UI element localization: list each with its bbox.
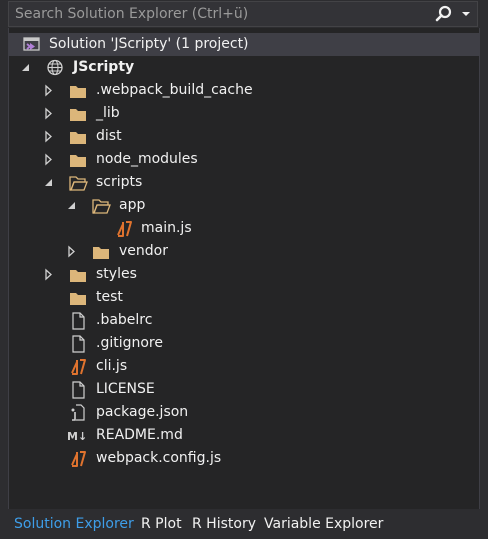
javascript-file-icon — [114, 217, 134, 240]
tree-item-label: cli.js — [96, 358, 128, 374]
svg-text:M↓: M↓ — [67, 430, 87, 443]
expand-arrow-icon[interactable] — [43, 125, 55, 148]
tree-item-label: .webpack_build_cache — [96, 82, 253, 98]
solution-icon — [21, 33, 41, 56]
tree-item-app[interactable]: app — [9, 194, 479, 217]
file-icon — [68, 332, 88, 355]
tree-item-styles[interactable]: styles — [9, 263, 479, 286]
folder-open-icon — [91, 194, 111, 217]
tree-item-label: scripts — [96, 174, 143, 190]
tree-item-label: LICENSE — [96, 381, 155, 397]
collapse-arrow-icon[interactable] — [20, 56, 32, 79]
expand-arrow-icon[interactable] — [43, 79, 55, 102]
folder-icon — [68, 79, 88, 102]
web-project-icon — [45, 56, 65, 79]
tree-item-test[interactable]: test — [9, 286, 479, 309]
folder-icon — [68, 148, 88, 171]
search-input[interactable] — [9, 2, 419, 26]
tab-r-plot[interactable]: R Plot — [141, 509, 182, 533]
folder-icon — [91, 240, 111, 263]
tree-item-node-modules[interactable]: node_modules — [9, 148, 479, 171]
tree-item-label: _lib — [96, 105, 120, 121]
tab-variable-explorer[interactable]: Variable Explorer — [264, 509, 383, 533]
tree-item-label: .babelrc — [96, 312, 153, 328]
tree-item-label: JScripty — [73, 59, 135, 75]
tree-item-gitignore[interactable]: .gitignore — [9, 332, 479, 355]
folder-icon — [68, 286, 88, 309]
tree-item-label: README.md — [96, 427, 183, 443]
tree-item-package-json[interactable]: package.json — [9, 401, 479, 424]
tree-item-license[interactable]: LICENSE — [9, 378, 479, 401]
tree-item-babelrc[interactable]: .babelrc — [9, 309, 479, 332]
collapse-arrow-icon[interactable] — [66, 194, 78, 217]
file-icon — [68, 309, 88, 332]
folder-icon — [68, 125, 88, 148]
tree-item-readme-md[interactable]: M↓ README.md — [9, 424, 479, 447]
folder-icon — [68, 263, 88, 286]
tree-item-label: webpack.config.js — [96, 450, 222, 466]
folder-open-icon — [68, 171, 88, 194]
tree-item-label: .gitignore — [96, 335, 163, 351]
collapse-arrow-icon[interactable] — [43, 171, 55, 194]
tree-item-scripts[interactable]: scripts — [9, 171, 479, 194]
tab-r-history[interactable]: R History — [192, 509, 256, 533]
tree-item-label: main.js — [141, 220, 192, 236]
tree-item-webpack-build-cache[interactable]: .webpack_build_cache — [9, 79, 479, 102]
expand-arrow-icon[interactable] — [66, 240, 78, 263]
tree-item-jscripty[interactable]: JScripty — [9, 56, 479, 79]
tree-item-label: styles — [96, 266, 137, 282]
markdown-file-icon: M↓ — [67, 424, 87, 447]
javascript-file-icon — [68, 447, 88, 470]
folder-icon — [68, 102, 88, 125]
dropdown-arrow-icon[interactable] — [459, 4, 473, 24]
tree-item-label: test — [96, 289, 123, 305]
tool-window-tabs: Solution Explorer R Plot R History Variable… — [8, 509, 488, 533]
tree-item-dist[interactable]: dist — [9, 125, 479, 148]
tree-item-vendor[interactable]: vendor — [9, 240, 479, 263]
tree-item-label: app — [119, 197, 146, 213]
tree-item-webpack-config-js[interactable]: webpack.config.js — [9, 447, 479, 470]
tree-item-label: vendor — [119, 243, 168, 259]
solution-tree: Solution 'JScripty' (1 project) JScripty… — [8, 28, 480, 509]
tree-item-cli-js[interactable]: cli.js — [9, 355, 479, 378]
javascript-file-icon — [68, 355, 88, 378]
tree-item-main-js[interactable]: main.js — [9, 217, 479, 240]
search-icon[interactable] — [433, 4, 455, 24]
tree-item-label: dist — [96, 128, 122, 144]
tree-item-label: node_modules — [96, 151, 198, 167]
expand-arrow-icon[interactable] — [43, 148, 55, 171]
json-file-icon — [68, 401, 88, 424]
tree-item-label: Solution 'JScripty' (1 project) — [49, 36, 249, 52]
solution-explorer-window: Solution 'JScripty' (1 project) JScripty… — [0, 0, 488, 533]
tree-item-solution-jscripty-1-project[interactable]: Solution 'JScripty' (1 project) — [9, 33, 479, 56]
tab-solution-explorer[interactable]: Solution Explorer — [14, 509, 134, 533]
search-box[interactable] — [8, 1, 478, 27]
tree-item-lib[interactable]: _lib — [9, 102, 479, 125]
file-icon — [68, 378, 88, 401]
expand-arrow-icon[interactable] — [43, 263, 55, 286]
tree-item-label: package.json — [96, 404, 189, 420]
expand-arrow-icon[interactable] — [43, 102, 55, 125]
